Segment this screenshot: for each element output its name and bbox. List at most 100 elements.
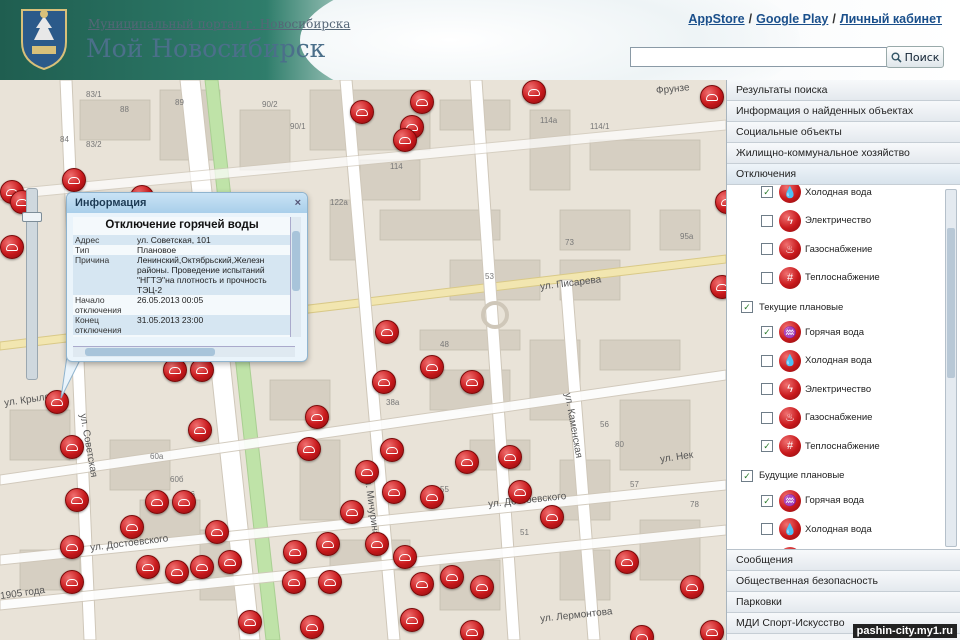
outage-marker-icon[interactable]	[305, 405, 329, 429]
tree-item[interactable]: ♨ Газоснабжение	[761, 406, 872, 429]
checkbox[interactable]	[761, 383, 773, 395]
outage-marker-icon[interactable]	[522, 80, 546, 104]
tree-group[interactable]: ✓ Текущие плановые	[741, 301, 843, 313]
outage-marker-icon[interactable]	[365, 532, 389, 556]
outage-marker-icon[interactable]	[165, 560, 189, 584]
tree-item[interactable]: 💧 Холодная вода	[761, 349, 872, 372]
panel-section-header[interactable]: Отключения	[727, 164, 960, 185]
checkbox[interactable]: ✓	[761, 494, 773, 507]
outage-marker-icon[interactable]	[375, 320, 399, 344]
tree-item[interactable]: ϟЭлектричество	[761, 209, 871, 232]
checkbox[interactable]: ✓	[741, 301, 753, 313]
outage-marker-icon[interactable]	[700, 85, 724, 109]
checkbox[interactable]: ✓	[761, 186, 773, 198]
outage-marker-icon[interactable]	[540, 505, 564, 529]
outage-marker-icon[interactable]	[393, 128, 417, 152]
outage-marker-icon[interactable]	[700, 620, 724, 640]
checkbox[interactable]	[761, 214, 773, 227]
outage-marker-icon[interactable]	[615, 550, 639, 574]
checkbox[interactable]	[761, 411, 773, 424]
outage-marker-icon[interactable]	[460, 620, 484, 640]
outage-marker-icon[interactable]	[498, 445, 522, 469]
popup-vertical-scrollbar[interactable]	[290, 217, 301, 337]
checkbox[interactable]: ✓	[761, 326, 773, 338]
checkbox[interactable]	[761, 523, 773, 535]
checkbox[interactable]	[761, 354, 773, 367]
outage-marker-icon[interactable]	[297, 437, 321, 461]
panel-section-header[interactable]: Социальные объекты	[727, 122, 960, 143]
outage-marker-icon[interactable]	[65, 488, 89, 512]
outage-marker-icon[interactable]	[300, 615, 324, 639]
outage-marker-icon[interactable]	[120, 515, 144, 539]
close-icon[interactable]: ×	[295, 193, 301, 213]
outage-marker-icon[interactable]	[680, 575, 704, 599]
tree-item[interactable]: # Теплоснабжение	[761, 266, 880, 289]
outage-marker-icon[interactable]	[393, 545, 417, 569]
outage-marker-icon[interactable]	[460, 370, 484, 394]
outage-marker-icon[interactable]	[372, 370, 396, 394]
outage-marker-icon[interactable]	[318, 570, 342, 594]
outage-marker-icon[interactable]	[136, 555, 160, 579]
appstore-link[interactable]: AppStore	[688, 12, 744, 26]
outage-marker-icon[interactable]	[60, 435, 84, 459]
tree-scrollbar[interactable]	[945, 189, 957, 547]
outage-marker-icon[interactable]	[420, 485, 444, 509]
popup-horizontal-scrollbar[interactable]	[73, 346, 295, 357]
outage-marker-icon[interactable]	[238, 610, 262, 634]
outage-marker-icon[interactable]	[190, 555, 214, 579]
tree-item[interactable]: ✓ 💧 Холодная вода	[761, 185, 872, 203]
outage-marker-icon[interactable]	[172, 490, 196, 514]
panel-section-header[interactable]: Жилищно-коммунальное хозяйство	[727, 143, 960, 164]
outage-marker-icon[interactable]	[380, 438, 404, 462]
tree-item[interactable]: ✓ ♒ Горячая вода	[761, 489, 864, 512]
google-play-link[interactable]: Google Play	[756, 12, 828, 26]
outage-marker-icon[interactable]	[355, 460, 379, 484]
panel-section-header[interactable]: Результаты поиска	[727, 80, 960, 101]
scrollbar-thumb[interactable]	[947, 228, 955, 378]
outage-marker-icon[interactable]	[316, 532, 340, 556]
outage-marker-icon[interactable]	[60, 535, 84, 559]
outage-marker-icon[interactable]	[508, 480, 532, 504]
outage-marker-icon[interactable]	[455, 450, 479, 474]
checkbox[interactable]: ✓	[761, 440, 773, 452]
outage-marker-icon[interactable]	[400, 608, 424, 632]
outage-marker-icon[interactable]	[350, 100, 374, 124]
panel-section-header[interactable]: Сообщения	[727, 550, 960, 571]
tree-item[interactable]: ✓ # Теплоснабжение	[761, 435, 880, 457]
outage-marker-icon[interactable]	[382, 480, 406, 504]
outage-marker-icon[interactable]	[205, 520, 229, 544]
tree-item[interactable]: ✓ ♒ Горячая вода	[761, 321, 864, 343]
tree-item[interactable]: ϟЭлектричество	[761, 546, 871, 549]
outage-marker-icon[interactable]	[62, 168, 86, 192]
scrollbar-thumb[interactable]	[292, 231, 300, 291]
zoom-handle[interactable]	[22, 212, 42, 222]
panel-section-header[interactable]: Парковки	[727, 592, 960, 613]
tree-item[interactable]: 💧 Холодная вода	[761, 518, 872, 540]
tree-item[interactable]: ♨ Газоснабжение	[761, 238, 872, 260]
outage-marker-icon[interactable]	[440, 565, 464, 589]
outage-marker-icon[interactable]	[410, 572, 434, 596]
scrollbar-thumb[interactable]	[85, 348, 215, 356]
checkbox[interactable]: ✓	[741, 469, 753, 482]
outage-marker-icon[interactable]	[470, 575, 494, 599]
outage-marker-icon[interactable]	[188, 418, 212, 442]
outage-marker-icon[interactable]	[282, 570, 306, 594]
outage-marker-icon[interactable]	[218, 550, 242, 574]
search-input[interactable]	[630, 47, 890, 67]
outage-marker-icon[interactable]	[145, 490, 169, 514]
checkbox[interactable]	[761, 271, 773, 284]
outage-marker-icon[interactable]	[283, 540, 307, 564]
outage-marker-icon[interactable]	[410, 90, 434, 114]
tree-group[interactable]: ✓ Будущие плановые	[741, 469, 844, 482]
panel-section-header[interactable]: Информация о найденных объектах	[727, 101, 960, 122]
outage-marker-icon[interactable]	[340, 500, 364, 524]
search-button[interactable]: Поиск	[886, 46, 944, 68]
personal-cabinet-link[interactable]: Личный кабинет	[840, 12, 942, 26]
outage-marker-icon[interactable]	[60, 570, 84, 594]
panel-section-header[interactable]: Общественная безопасность	[727, 571, 960, 592]
portal-subtitle-link[interactable]: Муниципальный портал г. Новосибирска	[88, 17, 350, 31]
checkbox[interactable]	[761, 243, 773, 255]
outage-marker-icon[interactable]	[420, 355, 444, 379]
tree-item[interactable]: ϟЭлектричество	[761, 378, 871, 400]
outage-marker-icon[interactable]	[0, 235, 24, 259]
